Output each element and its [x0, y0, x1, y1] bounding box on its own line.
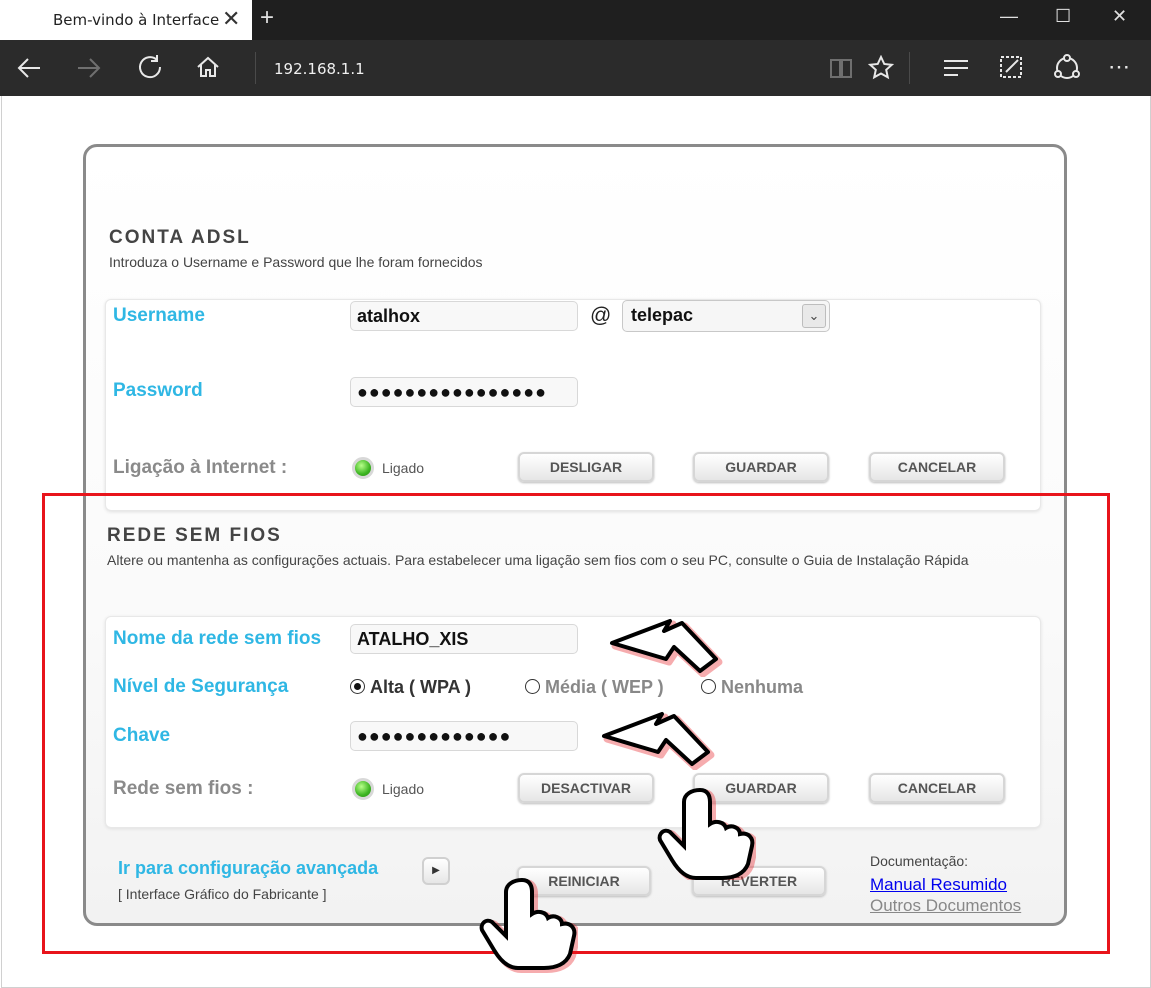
forward-icon[interactable] [76, 56, 102, 80]
adsl-section-description: Introduza o Username e Password que lhe … [109, 254, 483, 270]
tab-bar: Bem-vindo à Interface ✕ + — ☐ ✕ [0, 0, 1151, 40]
separator [909, 52, 910, 84]
adsl-section-title: CONTA ADSL [109, 227, 251, 248]
at-sign: @ [590, 304, 612, 327]
chevron-down-icon[interactable]: ⌄ [802, 304, 826, 328]
internet-connection-label: Ligação à Internet : [113, 457, 288, 478]
window-close-icon[interactable]: ✕ [1112, 6, 1127, 27]
internet-status-text: Ligado [382, 460, 425, 476]
adsl-save-button[interactable]: GUARDAR [693, 452, 829, 482]
share-icon[interactable] [1053, 54, 1081, 82]
browser-tab[interactable]: Bem-vindo à Interface ✕ [0, 0, 252, 40]
hub-icon[interactable] [943, 58, 969, 78]
hand-pointer-icon [479, 877, 578, 973]
password-input[interactable]: ●●●●●●●●●●●●●●●● [350, 377, 578, 407]
disconnect-button[interactable]: DESLIGAR [518, 452, 654, 482]
adsl-cancel-button[interactable]: CANCELAR [869, 452, 1005, 482]
arrow-pointer-icon [610, 619, 723, 677]
address-bar[interactable]: 192.168.1.1 [274, 60, 365, 78]
refresh-icon[interactable] [137, 54, 163, 80]
navigation-bar: 192.168.1.1 ⋯ [0, 40, 1151, 96]
favorite-star-icon[interactable] [868, 55, 894, 81]
maximize-icon[interactable]: ☐ [1055, 6, 1071, 27]
minimize-icon[interactable]: — [1000, 6, 1018, 27]
separator [255, 52, 256, 84]
domain-select[interactable]: telepac ⌄ [622, 300, 830, 332]
username-label: Username [113, 305, 205, 326]
more-icon[interactable]: ⋯ [1108, 54, 1130, 80]
hand-pointer-icon [657, 787, 756, 880]
domain-select-value: telepac [631, 305, 694, 325]
web-note-icon[interactable] [998, 54, 1024, 80]
password-label: Password [113, 380, 203, 401]
tab-close-icon[interactable]: ✕ [222, 6, 240, 32]
status-led-icon [352, 457, 374, 479]
browser-chrome: Bem-vindo à Interface ✕ + — ☐ ✕ 192.168.… [0, 0, 1151, 96]
new-tab-icon[interactable]: + [260, 4, 274, 32]
home-icon[interactable] [196, 55, 220, 79]
username-input[interactable]: atalhox [350, 301, 578, 331]
reading-view-icon[interactable] [829, 57, 853, 79]
back-icon[interactable] [16, 56, 42, 80]
arrow-pointer-icon [602, 712, 715, 770]
tab-title: Bem-vindo à Interface [53, 11, 220, 29]
